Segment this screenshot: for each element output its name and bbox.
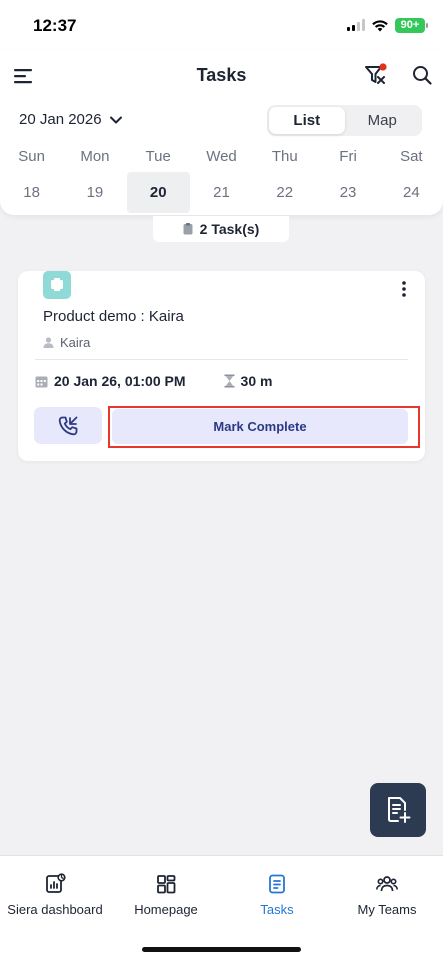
weekday-label: Wed [206,147,237,165]
add-document-icon [388,797,411,823]
dashboard-icon [46,873,66,893]
wifi-icon [372,19,388,31]
date-cell[interactable]: 22 [253,172,316,213]
task-datetime-label: 20 Jan 26, 01:00 PM [54,373,186,389]
team-icon [376,876,398,892]
task-title: Product demo : Kaira [43,308,184,325]
list-view-button[interactable]: List [269,107,345,134]
battery-indicator: 90+ [395,17,428,33]
home-indicator [142,947,301,952]
card-divider [35,359,408,360]
signal-icon [347,19,365,31]
mark-complete-button[interactable]: Mark Complete [112,409,408,444]
clipboard-icon [183,223,193,235]
task-duration: 30 m [224,373,273,389]
filter-icon[interactable] [364,63,388,87]
task-count-badge: 2 Task(s) [153,216,289,242]
task-meta: 20 Jan 26, 01:00 PM 30 m [35,373,272,389]
date-picker[interactable]: 20 Jan 2026 [19,111,122,128]
bottom-nav: Siera dashboard Homepage Tasks My Teams [0,855,443,960]
chevron-down-icon [109,116,122,123]
hourglass-icon [224,374,235,388]
status-time: 12:37 [33,16,77,35]
date-cell-selected[interactable]: 20 [126,172,190,213]
presentation-icon [51,278,63,291]
nav-homepage[interactable]: Homepage [132,873,200,917]
weekday-label: Tue [145,147,171,165]
assignee-name: Kaira [60,335,91,350]
weekday-label: Mon [80,147,110,165]
weekday-label: Sun [18,147,45,165]
date-picker-label: 20 Jan 2026 [19,111,102,128]
task-count-label: 2 Task(s) [199,221,260,237]
date-cell[interactable]: 18 [0,172,63,213]
date-cell[interactable]: 21 [190,172,253,213]
map-view-button[interactable]: Map [345,107,421,134]
view-toggle: List Map [267,105,422,136]
weekday-label: Sat [400,147,423,165]
task-card[interactable]: Product demo : Kaira Kaira 20 Jan 26, 01… [18,271,425,461]
header: Tasks 20 Jan 2026 List Map Sun Mon Tue W… [0,50,443,215]
date-cell[interactable]: 24 [380,172,443,213]
nav-label: Siera dashboard [7,902,103,917]
user-icon [43,337,54,348]
more-options-icon[interactable] [401,281,407,297]
task-duration-label: 30 m [240,373,273,389]
weekday-row: Sun Mon Tue Wed Thu Fri Sat [0,145,443,167]
date-row: 18 19 20 21 22 23 24 [0,172,443,213]
nav-label: My Teams [357,902,417,917]
task-assignee: Kaira [43,335,90,350]
calendar-icon [35,376,48,387]
search-icon[interactable] [412,65,432,85]
tasks-icon [269,874,285,894]
nav-siera-dashboard[interactable]: Siera dashboard [7,873,103,917]
nav-label: Tasks [260,902,294,917]
weekday-label: Fri [339,147,357,165]
nav-my-teams[interactable]: My Teams [353,873,421,917]
phone-callback-icon [58,416,78,435]
status-bar: 12:37 90+ [0,0,443,50]
call-button[interactable] [34,407,102,444]
date-cell[interactable]: 23 [316,172,379,213]
nav-label: Homepage [134,902,198,917]
task-datetime: 20 Jan 26, 01:00 PM [35,373,186,389]
weekday-label: Thu [271,147,298,165]
nav-tasks[interactable]: Tasks [254,873,300,917]
add-task-button[interactable] [370,783,426,837]
grid-icon [157,875,176,894]
status-icons: 90+ [347,17,428,33]
task-type-icon [43,271,71,299]
date-cell[interactable]: 19 [63,172,126,213]
